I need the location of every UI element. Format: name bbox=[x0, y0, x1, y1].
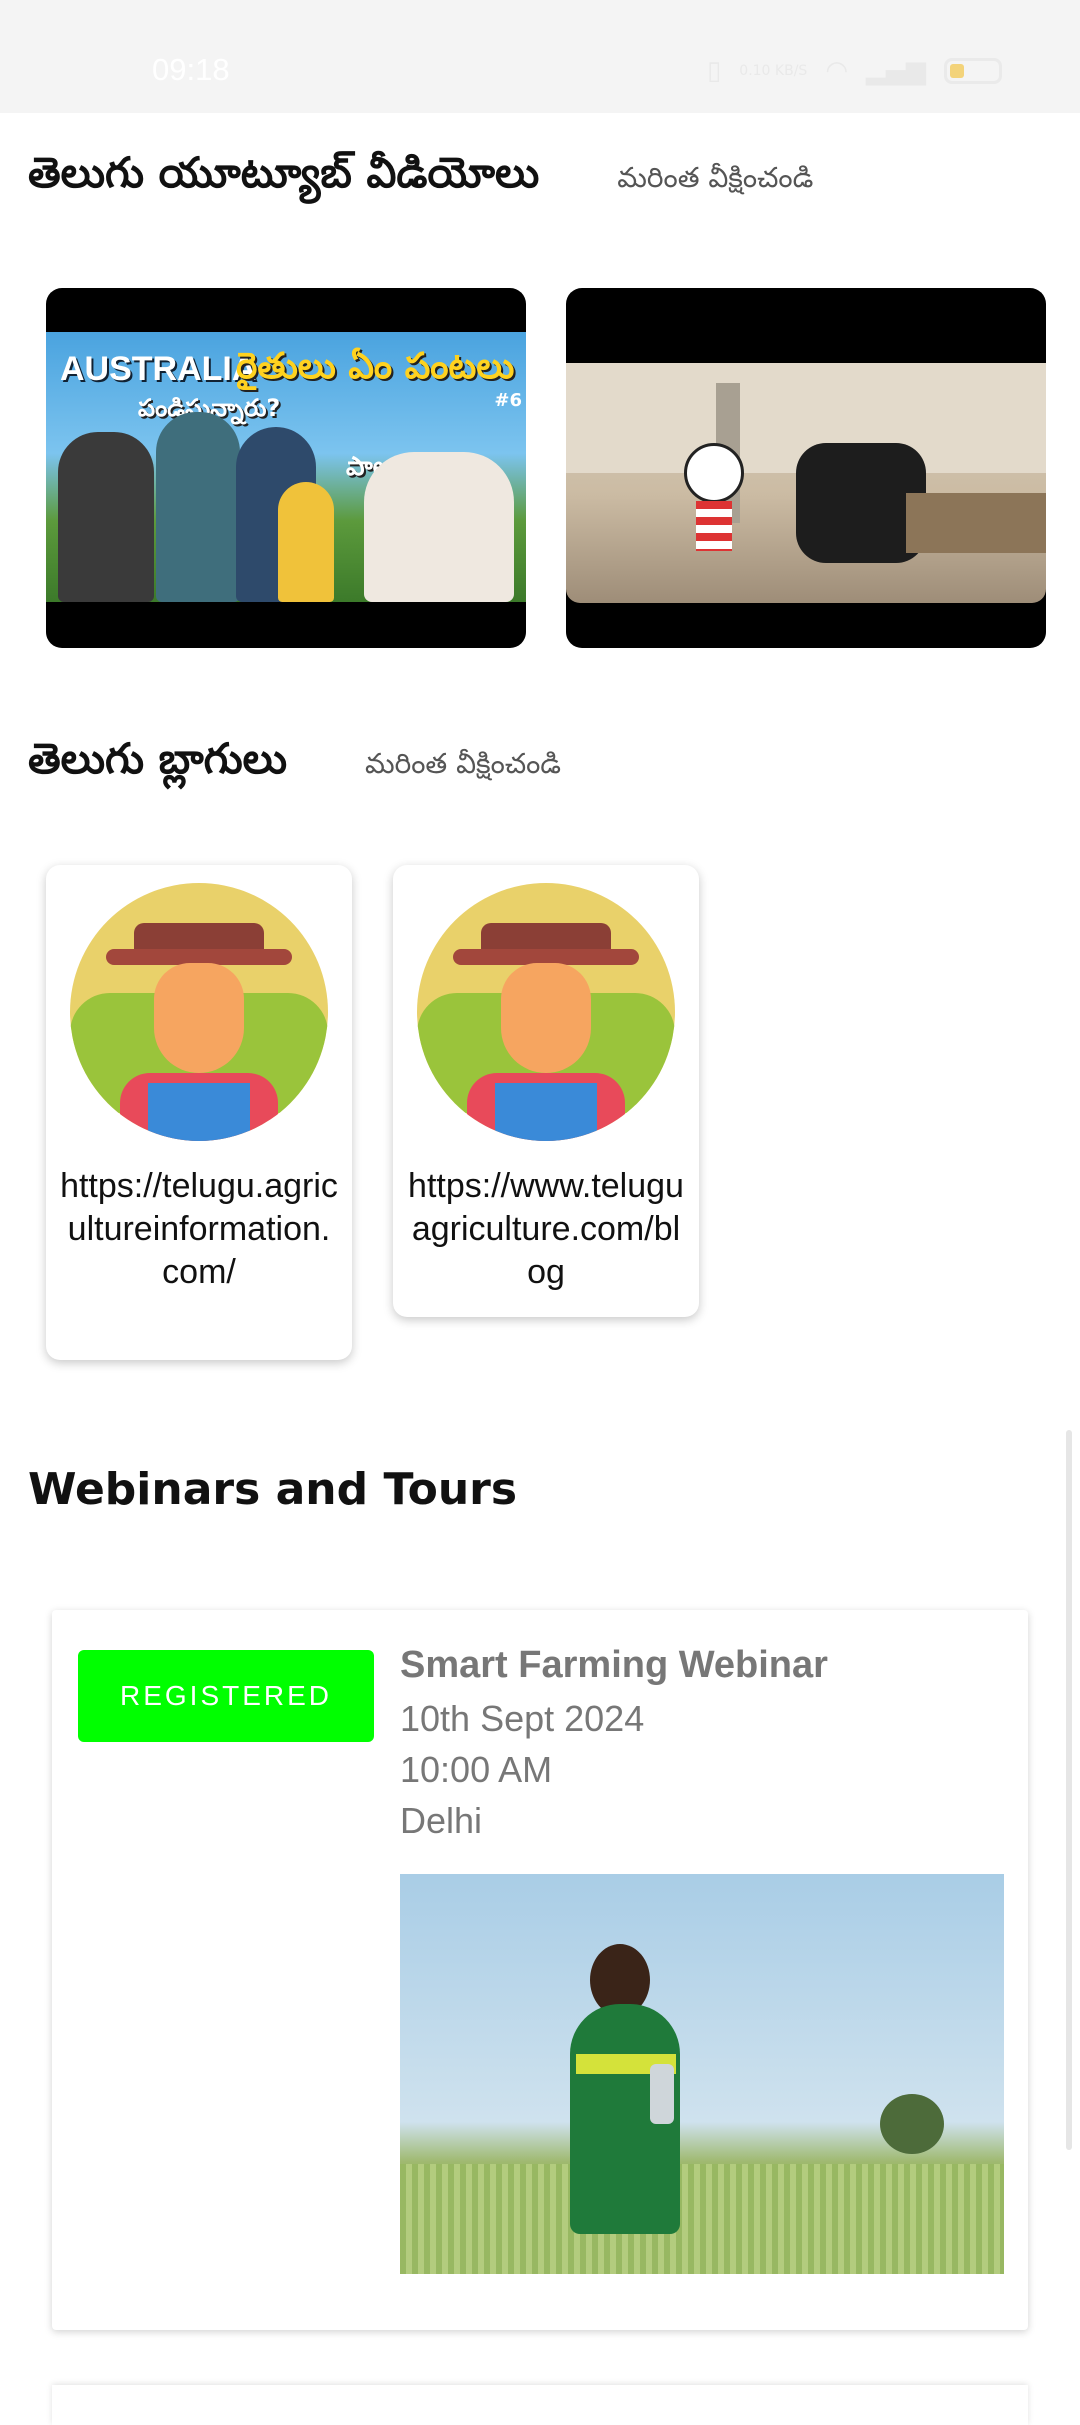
farmer-avatar-icon bbox=[70, 883, 328, 1141]
youtube-section-title: తెలుగు యూట్యూబ్ వీడియోలు bbox=[28, 148, 540, 197]
child-figure bbox=[278, 482, 334, 602]
video-1-title-te: రైతులు ఏం పంటలు bbox=[236, 346, 515, 387]
blog-url-1: https://telugu.agricultureinformation.co… bbox=[60, 1167, 338, 1291]
webinar-time: 10:00 AM bbox=[400, 1749, 553, 1790]
webinar-title: Smart Farming Webinar bbox=[400, 1644, 828, 1686]
cow-figure bbox=[364, 452, 514, 602]
blog-card-1[interactable]: https://telugu.agricultureinformation.co… bbox=[46, 865, 352, 1360]
farmer-avatar-icon bbox=[417, 883, 675, 1141]
next-webinar-card[interactable] bbox=[52, 2385, 1028, 2425]
registered-button[interactable]: REGISTERED bbox=[78, 1650, 374, 1742]
scrollbar[interactable] bbox=[1066, 1430, 1072, 2150]
youtube-section-header: తెలుగు యూట్యూబ్ వీడియోలు మరింత వీక్షించం… bbox=[28, 148, 813, 208]
signal-icon: ▂▄▆ bbox=[866, 56, 926, 86]
video-card-1[interactable]: AUSTRALIA రైతులు ఏం పంటలు పండిస్తున్నారు… bbox=[46, 288, 526, 648]
blogs-section-title: తెలుగు బ్లాగులు bbox=[28, 734, 287, 783]
webinars-section-header: Webinars and Tours bbox=[28, 1464, 517, 1515]
cartoon-character-icon bbox=[684, 443, 744, 503]
webinar-image bbox=[400, 1874, 1004, 2274]
person-figure bbox=[156, 412, 240, 602]
vibrate-icon: ▯ bbox=[706, 56, 722, 86]
video-1-badge: #6 bbox=[494, 390, 522, 411]
wifi-icon: ◠ bbox=[825, 56, 848, 86]
status-time: 09:18 bbox=[152, 52, 230, 87]
data-speed: 0.10 KB/S bbox=[739, 63, 808, 79]
webinar-date: 10th Sept 2024 bbox=[400, 1698, 645, 1739]
webinars-section-title: Webinars and Tours bbox=[28, 1464, 518, 1515]
blogs-see-more-link[interactable]: మరింత వీక్షించండి bbox=[365, 747, 561, 787]
video-card-2[interactable] bbox=[566, 288, 1046, 648]
video-thumbnail-1: AUSTRALIA రైతులు ఏం పంటలు పండిస్తున్నారు… bbox=[46, 332, 526, 602]
blog-url-2: https://www.teluguagriculture.com/blog bbox=[408, 1167, 684, 1291]
person-figure bbox=[58, 432, 154, 602]
webinar-card[interactable]: REGISTERED Smart Farming Webinar 10th Se… bbox=[52, 1610, 1028, 2330]
webinar-location: Delhi bbox=[400, 1800, 483, 1841]
youtube-see-more-link[interactable]: మరింత వీక్షించండి bbox=[617, 161, 813, 201]
video-1-title-en: AUSTRALIA bbox=[60, 350, 257, 388]
blogs-section-header: తెలుగు బ్లాగులు మరింత వీక్షించండి bbox=[28, 734, 561, 794]
battery-icon bbox=[944, 58, 1002, 84]
blog-card-2[interactable]: https://www.teluguagriculture.com/blog bbox=[393, 865, 699, 1317]
status-bar: 09:18 ▯ 0.10 KB/S ◠ ▂▄▆ bbox=[0, 0, 1080, 113]
video-thumbnail-2 bbox=[566, 363, 1046, 603]
status-icons: ▯ 0.10 KB/S ◠ ▂▄▆ bbox=[707, 56, 1002, 86]
